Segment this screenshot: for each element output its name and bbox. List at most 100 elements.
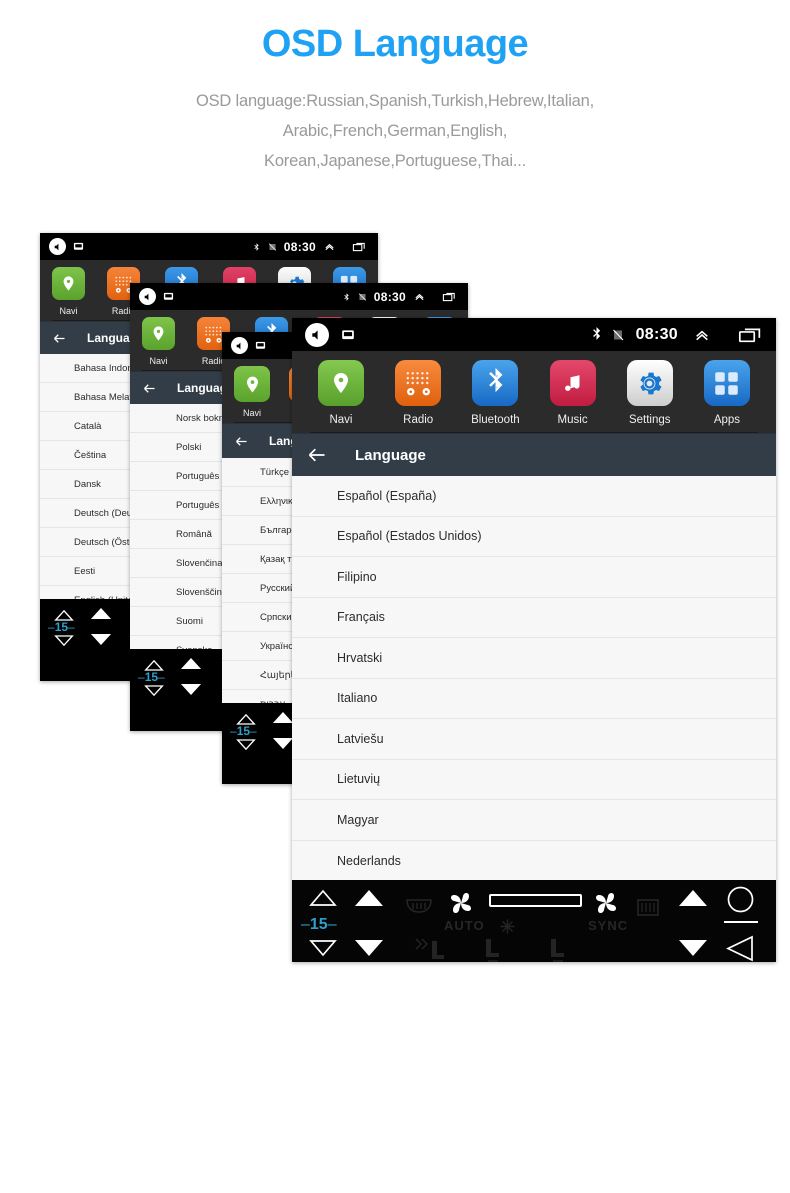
language-label: Español (España) <box>337 488 437 503</box>
app-label: Bluetooth <box>471 414 520 426</box>
status-clock: 08:30 <box>283 239 316 254</box>
seat-heat-icon[interactable] <box>412 937 446 962</box>
temp-down-button[interactable] <box>54 634 74 652</box>
list-item[interactable]: Español (España) <box>292 476 776 517</box>
fanspeed-down-button[interactable] <box>180 683 202 701</box>
bluetooth-icon <box>344 292 349 301</box>
app-label: Navi <box>242 408 261 418</box>
language-label: Lietuvių <box>337 772 381 787</box>
no-sim-icon <box>612 329 623 340</box>
app-label: Navi <box>59 306 78 316</box>
auto-label[interactable]: AUTO <box>444 918 485 933</box>
fanspeed-up-button[interactable] <box>90 607 112 625</box>
app-navi[interactable]: Navi <box>310 360 372 426</box>
fan-icon[interactable] <box>592 890 620 921</box>
temp-down-button[interactable] <box>309 940 337 962</box>
location-pin-icon <box>52 267 85 300</box>
language-label: Српски <box>260 611 292 623</box>
list-item[interactable]: Magyar <box>292 800 776 841</box>
page-header: OSD Language OSD language:Russian,Spanis… <box>0 0 790 176</box>
circle-home-icon[interactable] <box>727 886 754 918</box>
fanspeed-up-button[interactable] <box>354 889 384 912</box>
device-screenshot-4-front: 08:30 Navi Radio Bluetooth Music Setting… <box>292 318 776 962</box>
list-item[interactable]: Nederlands <box>292 841 776 881</box>
list-item[interactable]: Latviešu <box>292 719 776 760</box>
page-subtitle: OSD language:Russian,Spanish,Turkish,Heb… <box>0 86 790 176</box>
list-item[interactable]: Lietuvių <box>292 760 776 800</box>
fan-icon[interactable] <box>447 890 475 921</box>
app-apps[interactable]: Apps <box>696 360 758 426</box>
app-navi[interactable]: Navi <box>52 267 85 316</box>
language-label: Русский <box>260 582 296 594</box>
temp-up-button[interactable] <box>309 889 337 911</box>
seat-heat-icon[interactable] <box>480 937 502 962</box>
language-nav-bar: Language <box>292 433 776 476</box>
chevron-up-icon[interactable] <box>323 241 336 252</box>
app-radio[interactable]: Radio <box>387 360 449 426</box>
location-pin-icon <box>318 360 364 406</box>
app-strip: Navi Radio Bluetooth <box>292 351 776 433</box>
list-item[interactable]: Hrvatski <box>292 638 776 679</box>
rear-defrost-icon[interactable] <box>637 899 659 921</box>
language-label: Polski <box>176 441 202 453</box>
app-settings[interactable]: Settings <box>619 360 681 426</box>
temp-down-button[interactable] <box>144 684 164 702</box>
fanspeed-up-button[interactable] <box>272 711 294 729</box>
chevron-up-icon[interactable] <box>413 291 426 302</box>
seat-heat-icon[interactable] <box>545 937 567 962</box>
language-label: Dansk <box>74 478 101 490</box>
language-label: Hrvatski <box>337 650 383 665</box>
screenshot-icon <box>342 329 354 339</box>
climate-divider <box>724 921 758 923</box>
status-bar: 08:30 <box>40 233 378 260</box>
language-list[interactable]: Español (España) Español (Estados Unidos… <box>292 476 776 880</box>
temperature-value: –15– <box>138 670 165 684</box>
list-item[interactable]: Español (Estados Unidos) <box>292 517 776 557</box>
grid-apps-icon <box>703 360 750 406</box>
temp-down-button[interactable] <box>236 738 256 756</box>
fanspeed-down-button[interactable] <box>90 633 112 651</box>
language-label: Català <box>74 420 102 432</box>
language-label: Română <box>176 528 212 540</box>
list-item[interactable]: Filipino <box>292 557 776 598</box>
volume-icon[interactable] <box>305 322 329 347</box>
arrow-left-icon[interactable] <box>142 381 157 396</box>
app-music[interactable]: Music <box>542 360 604 426</box>
front-defrost-icon[interactable] <box>405 896 433 921</box>
volume-up-button[interactable] <box>678 889 708 912</box>
screenshot-icon <box>73 242 84 250</box>
gear-icon <box>626 360 673 406</box>
recent-apps-icon[interactable] <box>442 291 458 303</box>
bluetooth-icon <box>592 326 600 340</box>
app-navi[interactable]: Navi <box>142 317 175 366</box>
arrow-left-icon[interactable] <box>307 445 327 465</box>
fanspeed-down-button[interactable] <box>272 737 294 755</box>
subtitle-line-3: Korean,Japanese,Portuguese,Thai... <box>264 151 526 170</box>
fanspeed-down-button[interactable] <box>354 939 384 962</box>
location-pin-icon <box>234 366 270 402</box>
recent-apps-icon[interactable] <box>738 326 762 343</box>
app-label: Radio <box>403 414 434 426</box>
list-item[interactable]: Italiano <box>292 679 776 719</box>
bluetooth-icon <box>472 360 519 406</box>
app-navi[interactable]: Navi <box>234 366 270 418</box>
temperature-value: –15– <box>230 724 257 738</box>
list-item[interactable]: Français <box>292 598 776 638</box>
bluetooth-icon <box>254 242 259 251</box>
arrow-left-icon[interactable] <box>234 434 249 449</box>
sync-label[interactable]: SYNC <box>588 918 628 933</box>
app-label: Apps <box>713 414 741 426</box>
climate-bar: –15– AUTO SYNC <box>292 880 776 962</box>
language-label: Español (Estados Unidos) <box>337 529 482 544</box>
volume-icon[interactable] <box>49 238 66 255</box>
chevron-up-icon[interactable] <box>692 327 712 343</box>
volume-icon[interactable] <box>231 337 248 354</box>
triangle-back-icon[interactable] <box>726 935 754 962</box>
volume-icon[interactable] <box>139 288 156 305</box>
arrow-left-icon[interactable] <box>52 331 67 346</box>
app-bluetooth[interactable]: Bluetooth <box>464 360 526 426</box>
fanspeed-up-button[interactable] <box>180 657 202 675</box>
recent-apps-icon[interactable] <box>352 241 368 253</box>
volume-down-button[interactable] <box>678 939 708 962</box>
climate-display-bar <box>489 894 582 907</box>
